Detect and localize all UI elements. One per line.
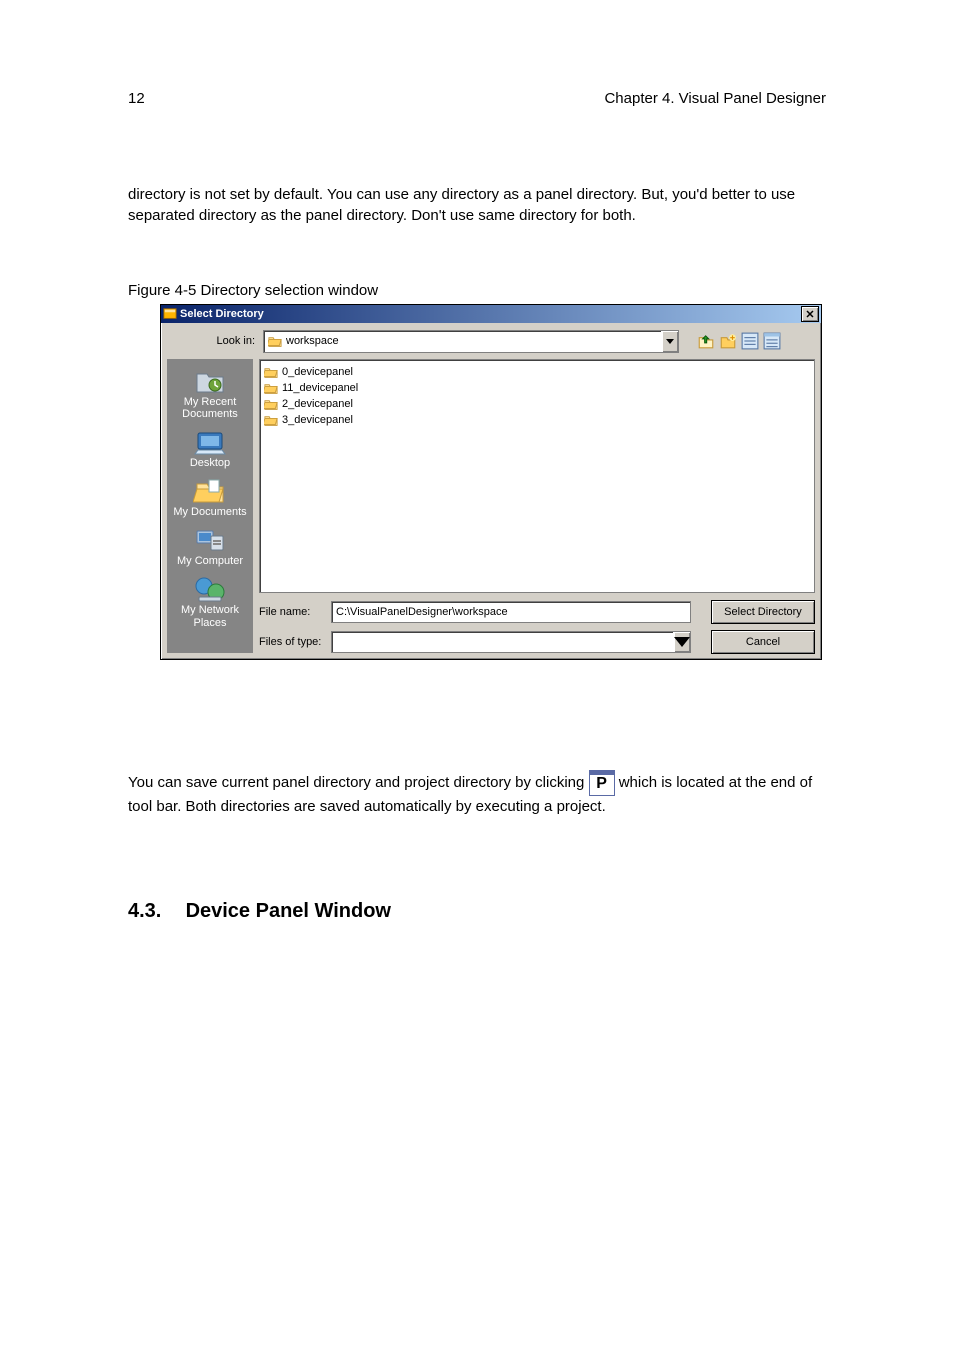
preferences-icon: P — [589, 770, 615, 796]
doc-para1: directory is not set by default. You can… — [128, 184, 828, 226]
place-label: My Network Places — [167, 604, 253, 628]
folder-up-icon — [697, 332, 715, 350]
filename-input[interactable]: C:\VisualPanelDesigner\workspace — [331, 601, 691, 623]
section-number: 4.3. — [128, 900, 180, 923]
details-view-button[interactable] — [763, 332, 781, 350]
select-directory-dialog: Select Directory ✕ Look in: workspace — [160, 304, 822, 660]
list-view-button[interactable] — [741, 332, 759, 350]
filetype-combo[interactable] — [331, 631, 691, 653]
place-desktop[interactable]: Desktop — [167, 426, 253, 475]
filename-value: C:\VisualPanelDesigner\workspace — [336, 606, 508, 618]
cancel-button[interactable]: Cancel — [711, 630, 815, 654]
list-view-icon — [741, 332, 759, 350]
folder-icon — [264, 414, 278, 426]
folder-icon — [268, 335, 282, 347]
chevron-down-icon — [674, 637, 690, 647]
list-item-label: 11_devicepanel — [282, 382, 358, 394]
chevron-down-icon — [666, 339, 674, 344]
lookin-combo[interactable]: workspace — [263, 330, 679, 353]
folder-icon — [264, 382, 278, 394]
place-label: My Computer — [167, 555, 253, 567]
recent-icon — [193, 367, 227, 395]
folder-icon — [264, 398, 278, 410]
section-title: Device Panel Window — [186, 900, 391, 922]
filetype-label: Files of type: — [259, 636, 331, 648]
lookin-value: workspace — [286, 335, 339, 347]
lookin-label: Look in: — [167, 335, 263, 347]
up-one-level-button[interactable] — [697, 332, 715, 350]
list-item-label: 2_devicepanel — [282, 398, 353, 410]
place-label: My Documents — [167, 506, 253, 518]
new-folder-icon — [719, 332, 737, 350]
list-item[interactable]: 0_devicepanel — [264, 364, 810, 380]
filetype-dropdown-button[interactable] — [673, 632, 690, 652]
places-bar: My Recent Documents Desktop My Documents — [167, 359, 253, 653]
network-icon — [193, 575, 227, 603]
list-item[interactable]: 2_devicepanel — [264, 396, 810, 412]
close-icon: ✕ — [805, 308, 814, 321]
new-folder-button[interactable] — [719, 332, 737, 350]
page-number: 12 — [128, 88, 145, 109]
filename-label: File name: — [259, 606, 331, 618]
section-heading: 4.3. Device Panel Window — [128, 900, 391, 923]
close-button[interactable]: ✕ — [801, 306, 819, 322]
figure-caption: Figure 4-5 Directory selection window — [128, 280, 378, 301]
page-header-right: Chapter 4. Visual Panel Designer — [604, 88, 826, 109]
folder-icon — [264, 366, 278, 378]
list-item-label: 0_devicepanel — [282, 366, 353, 378]
doc-para2: You can save current panel directory and… — [128, 770, 828, 817]
place-mydocs[interactable]: My Documents — [167, 475, 253, 524]
list-item[interactable]: 3_devicepanel — [264, 412, 810, 428]
select-directory-button[interactable]: Select Directory — [711, 600, 815, 624]
desktop-icon — [193, 428, 227, 456]
dialog-titlebar[interactable]: Select Directory ✕ — [161, 305, 821, 323]
list-item-label: 3_devicepanel — [282, 414, 353, 426]
place-mycomputer[interactable]: My Computer — [167, 524, 253, 573]
doc-para2a: You can save current panel directory and… — [128, 774, 589, 791]
mydocs-icon — [193, 477, 227, 505]
place-recent[interactable]: My Recent Documents — [167, 365, 253, 426]
place-network[interactable]: My Network Places — [167, 573, 253, 630]
lookin-dropdown-button[interactable] — [661, 331, 678, 352]
details-view-icon — [763, 332, 781, 350]
app-icon — [163, 307, 177, 321]
place-label: Desktop — [167, 457, 253, 469]
computer-icon — [193, 526, 227, 554]
dialog-title: Select Directory — [180, 308, 264, 320]
place-label: My Recent Documents — [167, 396, 253, 420]
file-list[interactable]: 0_devicepanel 11_devicepanel 2_devicepan… — [259, 359, 815, 593]
list-item[interactable]: 11_devicepanel — [264, 380, 810, 396]
